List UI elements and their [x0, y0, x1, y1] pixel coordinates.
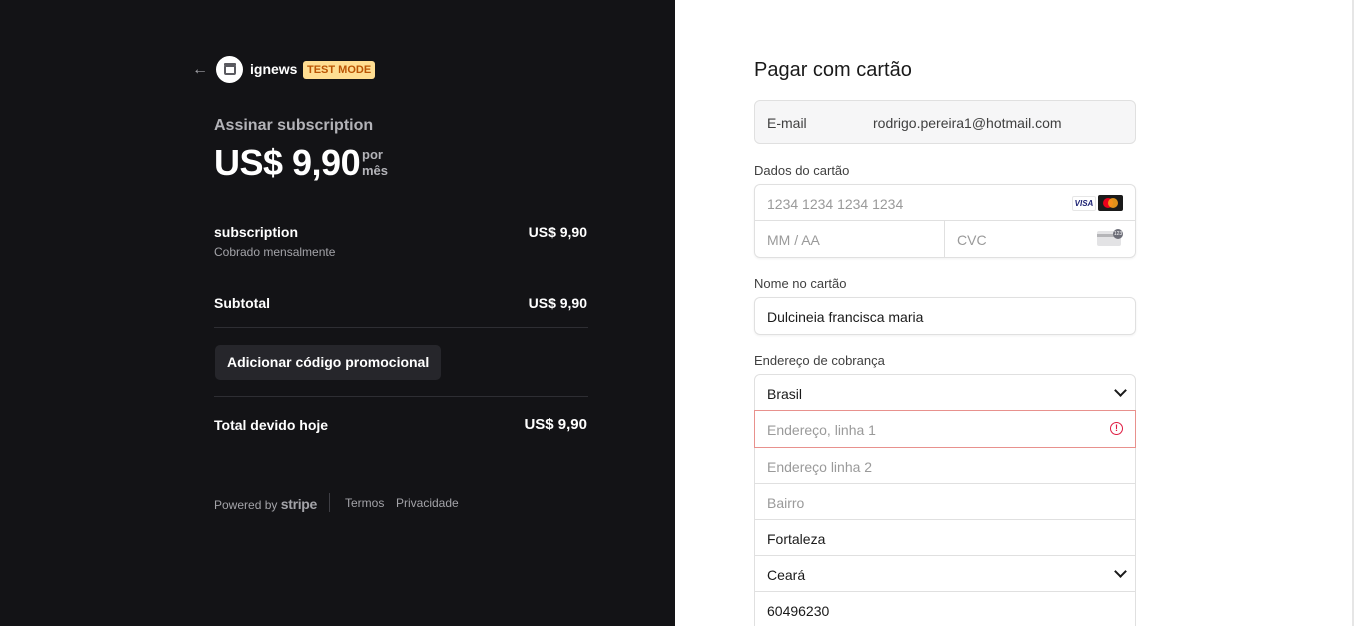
test-mode-badge: TEST MODE — [303, 61, 376, 79]
name-on-card-input[interactable]: Dulcineia francisca maria — [754, 297, 1136, 335]
privacy-link[interactable]: Privacidade — [396, 496, 459, 510]
city-value: Fortaleza — [767, 531, 826, 547]
country-value: Brasil — [767, 386, 803, 402]
order-summary-panel: ← ignews TEST MODE Assinar subscription … — [0, 0, 675, 626]
country-select[interactable]: Brasil — [755, 375, 1135, 411]
line-item-description: Cobrado mensalmente — [214, 245, 336, 259]
store-icon — [216, 56, 243, 83]
name-on-card-label: Nome no cartão — [754, 276, 847, 291]
stripe-logo: stripe — [280, 496, 318, 512]
neighborhood-placeholder: Bairro — [767, 495, 805, 511]
chevron-down-icon — [1114, 565, 1127, 578]
billing-period-line1: por — [362, 147, 383, 162]
card-expiry-input[interactable]: MM / AA — [755, 221, 945, 257]
card-cvc-input[interactable]: CVC 123 — [945, 221, 1135, 257]
address-line1-placeholder: Endereço, linha 1 — [767, 422, 876, 438]
price: US$ 9,90 — [214, 142, 361, 183]
add-promo-code-button[interactable]: Adicionar código promocional — [215, 345, 442, 380]
line-item-name: subscription — [214, 224, 299, 240]
card-number-placeholder: 1234 1234 1234 1234 — [767, 196, 904, 212]
footer-divider — [329, 493, 330, 512]
card-info-label: Dados do cartão — [754, 163, 850, 178]
error-icon: ! — [1110, 422, 1123, 435]
billing-period-line2: mês — [362, 163, 389, 178]
powered-by-stripe[interactable]: Powered by stripe — [214, 496, 317, 512]
brand-name: ignews — [250, 61, 298, 77]
total-value: US$ 9,90 — [524, 416, 587, 433]
card-cvc-placeholder: CVC — [957, 232, 987, 248]
state-value: Ceará — [767, 567, 806, 583]
billing-period: por mês — [362, 147, 388, 179]
divider — [214, 327, 588, 328]
subscribe-title: Assinar subscription — [214, 117, 374, 134]
chevron-down-icon — [1114, 384, 1127, 397]
neighborhood-input[interactable]: Bairro — [755, 484, 1135, 520]
subtotal-label: Subtotal — [214, 295, 270, 311]
divider — [214, 396, 588, 397]
card-info-group: 1234 1234 1234 1234 VISA MM / AA CVC 123 — [754, 184, 1136, 258]
terms-link[interactable]: Termos — [345, 496, 384, 510]
address-line2-placeholder: Endereço linha 2 — [767, 459, 873, 475]
back-arrow-icon[interactable]: ← — [192, 60, 210, 80]
powered-by-label: Powered by — [214, 498, 278, 512]
payment-panel: Pagar com cartão E-mail rodrigo.pereira1… — [675, 0, 1354, 626]
card-expiry-placeholder: MM / AA — [767, 232, 820, 248]
email-label: E-mail — [767, 115, 807, 131]
cvc-card-icon: 123 — [1097, 229, 1123, 246]
total-label: Total devido hoje — [214, 417, 329, 433]
line-item-price: US$ 9,90 — [528, 224, 587, 240]
zip-input[interactable]: 60496230 — [755, 592, 1135, 626]
email-field: E-mail rodrigo.pereira1@hotmail.com — [754, 100, 1136, 144]
subtotal-value: US$ 9,90 — [528, 295, 587, 311]
address-line1-input[interactable]: Endereço, linha 1 ! — [754, 410, 1136, 448]
visa-icon: VISA — [1072, 196, 1096, 211]
email-value: rodrigo.pereira1@hotmail.com — [873, 115, 1062, 131]
city-input[interactable]: Fortaleza — [755, 520, 1135, 556]
state-select[interactable]: Ceará — [755, 556, 1135, 592]
name-on-card-value: Dulcineia francisca maria — [767, 309, 924, 325]
billing-address-group: Brasil Endereço, linha 1 ! Endereço linh… — [754, 374, 1136, 626]
billing-address-label: Endereço de cobrança — [754, 353, 885, 368]
mastercard-icon — [1098, 195, 1123, 211]
zip-value: 60496230 — [767, 603, 830, 619]
card-number-input[interactable]: 1234 1234 1234 1234 VISA — [755, 185, 1135, 221]
payment-title: Pagar com cartão — [754, 59, 912, 81]
address-line2-input[interactable]: Endereço linha 2 — [755, 448, 1135, 484]
